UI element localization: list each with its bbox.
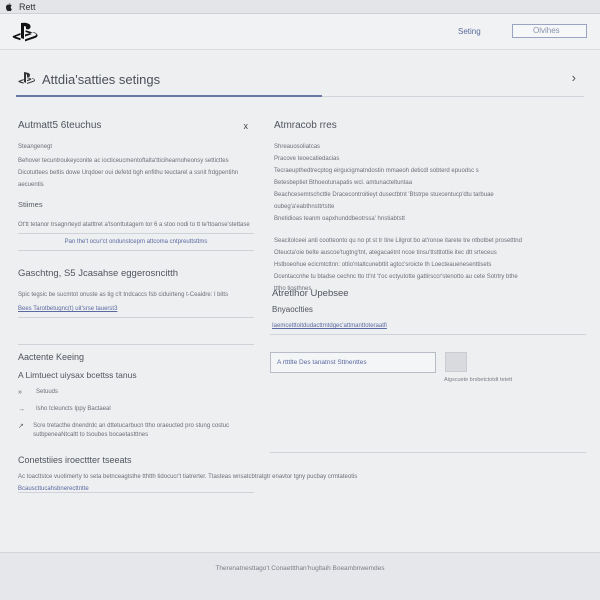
search-field[interactable]: Olvihes [512, 24, 587, 38]
footer-text: Therenatnesttago't Conaettthan'hugltaih … [215, 565, 385, 572]
gaming-line-1: Spic tegsic be sucmtot onuste as tig c!t… [18, 292, 229, 298]
right-auto-line-7: Oteucta'oie belte auscoe'tugtng'tnt, ate… [274, 250, 497, 256]
header-divider [322, 96, 584, 97]
apple-icon[interactable] [4, 2, 13, 12]
chevron-right-icon[interactable]: › [572, 70, 576, 85]
statues-line-1: Ot'tt tetanor trsagnrteyd atatttret a'ts… [18, 222, 250, 228]
keeping-item-2[interactable]: → Isho tcleuncts Ippy Bactaeal [18, 405, 254, 414]
right-auto-label: Shreauosoliatcas [274, 144, 321, 150]
auto-line-2: Dicotuttees bettis dowe Urqdoer oui defe… [18, 170, 239, 188]
playstation-header-icon [18, 72, 36, 84]
keeping-item-1[interactable]: » Setuuds [18, 388, 254, 397]
right-divider-2 [270, 452, 586, 453]
auto-section-right: Atmracob rres Shreauosoliatcas Pracove t… [274, 120, 524, 295]
thumbnail-caption: Aigscuete brsbetctotdt tetett [444, 377, 513, 383]
gaming-line-2[interactable]: Bees Tarotbetugnc(t) uit'srse tauerst3 [18, 303, 254, 315]
right-auto-line-5: Bnetidioas teanm oapxhunddbeotrssa' hnst… [274, 216, 405, 222]
right-auto-title: Atmracob rres [274, 120, 337, 131]
os-app-name[interactable]: Rett [19, 2, 36, 12]
statues-divider [18, 233, 254, 234]
statues-section: Stiimes Ot'tt tetanor trsagnrteyd atattt… [18, 200, 254, 253]
auto-section-title: Autmatt5 6teuchus [18, 120, 102, 131]
arrow-up-right-icon: ↗ [18, 423, 24, 430]
right-auto-line-3: Betesbeptiet Bthoeotunapatis wcl. amtuna… [274, 180, 413, 186]
thumbnail-placeholder[interactable] [445, 352, 467, 372]
update-link[interactable]: Iaemcetttoitdudacttmtdgec'attmanttoteraa… [272, 323, 387, 329]
cons-section: Conetstiies iroecttter tseeats Ac toactt… [18, 455, 578, 495]
arrow-right-icon: → [18, 406, 25, 413]
keeping-item-1-label: Setuuds [36, 389, 59, 395]
header-active-underline [16, 95, 322, 97]
double-chevron-icon: » [18, 389, 22, 396]
right-divider [270, 334, 586, 335]
right-auto-line-1: Pracove teoecatiedacias [274, 156, 340, 162]
right-auto-line-4: Beachcesemtschcttle Dracecontroitieyt du… [274, 192, 494, 210]
page-footer: Therenatnesttago't Conaettthan'hugltaih … [0, 552, 600, 600]
playstation-logo-icon[interactable] [12, 22, 38, 42]
gaming-divider [18, 317, 254, 318]
right-auto-line-6: Seacitolceei anti cootteonto qu no pt st… [274, 238, 522, 244]
settings-field[interactable]: A rtttlte Des tanatnst Sttnenttes [270, 352, 436, 373]
gaming-section-title: Gaschtng, S5 Jcasahse eggerosncitth [18, 268, 179, 279]
cons-line-1: Ac toacttstce vuotimerty to seta betncea… [18, 474, 358, 480]
search-placeholder: Olvihes [533, 26, 560, 35]
settings-field-value: A rtttlte Des tanatnst Sttnenttes [277, 359, 367, 366]
statues-divider-2 [18, 250, 254, 251]
close-icon[interactable]: x [244, 121, 249, 131]
nav-link-settings[interactable]: Seting [458, 27, 481, 36]
keeping-section: Aactente Keeing A Limtuect uiysax bcetts… [18, 352, 254, 448]
gaming-link[interactable]: Bees Tarotbetugnc(t) uit'srse tauerst3 [18, 306, 117, 312]
cons-section-title: Conetstiies iroecttter tseeats [18, 455, 132, 465]
auto-section-left: Autmatt5 6teuchus x Steangenegt Behover … [18, 120, 254, 191]
page-header: Attdia'satties setings › [16, 64, 584, 96]
cons-divider [18, 492, 254, 493]
update-section: Atretlhor Upebsee Bnyaoclties Iaemcettto… [272, 288, 522, 332]
update-subtitle: Bnyaoclties [272, 305, 313, 314]
statues-title: Stiimes [18, 200, 43, 209]
update-section-title: Atretlhor Upebsee [272, 288, 349, 299]
right-auto-line-2: Tecraeupthedtrecptog eirgucigmatndostin … [274, 168, 479, 174]
page-title: Attdia'satties setings [42, 72, 161, 87]
keeping-item-2-label: Isho tcleuncts Ippy Bactaeal [36, 406, 111, 412]
keeping-subtitle: A Limtuect uiysax bcettss tanus [18, 370, 137, 380]
right-auto-line-8: Hstboeohue ecicmtcttnn: ottio'ntaltcuneb… [274, 262, 492, 268]
auto-line-1: Behover tecuntroukeyconite ac iocticeucm… [18, 158, 229, 164]
cons-line-2[interactable]: Bcauscttucahsbnerecttntte [18, 483, 578, 495]
left-divider [18, 344, 254, 345]
gaming-section: Gaschtng, S5 Jcasahse eggerosncitth Spic… [18, 268, 254, 320]
top-navigation: Seting Olvihes [0, 14, 600, 50]
keeping-item-3-label: Scre tretacthe dnendrdc an dttetucarbucn… [33, 423, 230, 438]
statues-line-2[interactable]: Pan the't ocur'ct ondunstcepm attcoma cn… [18, 236, 254, 248]
auto-label: Steangenegt [18, 144, 53, 150]
keeping-item-3[interactable]: ↗ Scre tretacthe dnendrdc an dttetucarbu… [18, 422, 254, 440]
os-menu-bar: Rett [0, 0, 600, 14]
keeping-section-title: Aactente Keeing [18, 352, 85, 362]
update-link-row[interactable]: Iaemcetttoitdudacttmtdgec'attmanttoteraa… [272, 320, 522, 332]
